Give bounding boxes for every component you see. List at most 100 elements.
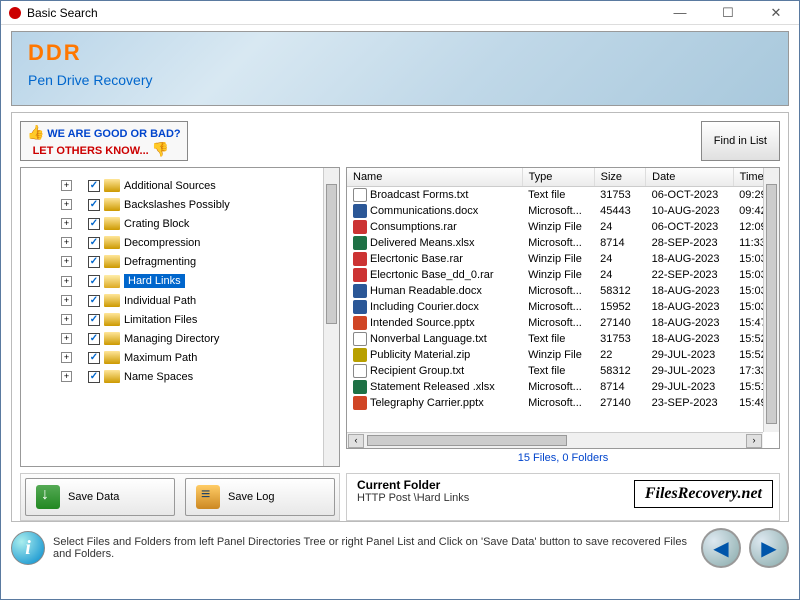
current-folder-panel: Current Folder HTTP Post \Hard Links Fil… [346,473,780,521]
tree-item[interactable]: +✓Backslashes Possibly [25,195,335,214]
expand-icon[interactable]: + [61,295,72,306]
save-data-button[interactable]: Save Data [25,478,175,516]
tree-item[interactable]: + ✓ Crating Block [25,214,335,233]
action-buttons: Save Data Save Log [20,473,340,521]
expand-icon[interactable]: + [61,276,72,287]
column-header[interactable]: Size [594,168,645,187]
file-row[interactable]: Including Courier.docxMicrosoft...159521… [347,299,779,315]
expand-icon[interactable]: + [61,237,72,248]
tree-item-label: Limitation Files [124,314,197,326]
folder-icon [104,370,120,383]
file-row[interactable]: Telegraphy Carrier.pptxMicrosoft...27140… [347,395,779,411]
file-row[interactable]: Publicity Material.zipWinzip File2229-JU… [347,347,779,363]
xlsx-icon [353,380,367,394]
expand-icon[interactable]: + [61,218,72,229]
file-hscrollbar[interactable]: ‹ › [347,432,763,448]
file-row[interactable]: Nonverbal Language.txtText file3175318-A… [347,331,779,347]
file-row[interactable]: Consumptions.rarWinzip File2406-OCT-2023… [347,219,779,235]
docx-icon [353,204,367,218]
column-header[interactable]: Date [646,168,734,187]
next-button[interactable]: ▶ [749,528,789,568]
file-row[interactable]: Elecrtonic Base.rarWinzip File2418-AUG-2… [347,251,779,267]
file-row[interactable]: Human Readable.docxMicrosoft...5831218-A… [347,283,779,299]
main-content: 👍 WE ARE GOOD OR BAD? LET OTHERS KNOW...… [11,112,789,522]
checkbox[interactable]: ✓ [88,199,100,211]
tree-item-label: Additional Sources [124,180,216,192]
tree-item-label: Name Spaces [124,371,193,383]
rar-icon [353,268,367,282]
file-vscrollbar[interactable] [763,168,779,432]
expand-icon[interactable]: + [61,352,72,363]
checkbox[interactable]: ✓ [88,333,100,345]
xlsx-icon [353,236,367,250]
thumb-up-icon: 👍 [27,124,44,140]
column-header[interactable]: Name [347,168,522,187]
checkbox[interactable]: ✓ [88,295,100,307]
close-button[interactable]: ✕ [761,3,791,23]
footer: i Select Files and Folders from left Pan… [11,528,789,568]
file-row[interactable]: Delivered Means.xlsxMicrosoft...871428-S… [347,235,779,251]
checkbox[interactable]: ✓ [88,275,100,287]
file-row[interactable]: Statement Released .xlsxMicrosoft...8714… [347,379,779,395]
checkbox[interactable]: ✓ [88,256,100,268]
folder-icon [104,255,120,268]
tree-item[interactable]: + ✓ Defragmenting [25,252,335,271]
tree-item[interactable]: + ✓ Decompression [25,233,335,252]
feedback-banner[interactable]: 👍 WE ARE GOOD OR BAD? LET OTHERS KNOW...… [20,121,188,161]
file-row[interactable]: Recipient Group.txtText file5831229-JUL-… [347,363,779,379]
file-row[interactable]: Intended Source.pptxMicrosoft...2714018-… [347,315,779,331]
expand-icon[interactable]: + [61,314,72,325]
folder-icon [104,294,120,307]
file-list-panel: NameTypeSizeDateTime Broadcast Forms.txt… [346,167,780,467]
scroll-right-icon[interactable]: › [746,434,762,448]
tree-item[interactable]: + ✓ Additional Sources [25,176,335,195]
file-count: 15 Files, 0 Folders [346,449,780,467]
file-row[interactable]: Broadcast Forms.txtText file3175306-OCT-… [347,187,779,204]
tree-scrollbar[interactable] [323,168,339,466]
checkbox[interactable]: ✓ [88,180,100,192]
scroll-left-icon[interactable]: ‹ [348,434,364,448]
expand-icon[interactable]: + [61,256,72,267]
pptx-icon [353,316,367,330]
txt-icon [353,364,367,378]
tree-item[interactable]: + ✓ Name Spaces [25,367,335,386]
docx-icon [353,300,367,314]
save-log-button[interactable]: Save Log [185,478,335,516]
minimize-button[interactable]: — [665,3,695,23]
tree-item-label: Individual Path [124,295,196,307]
checkbox[interactable]: ✓ [88,218,100,230]
rar-icon [353,252,367,266]
file-row[interactable]: Elecrtonic Base_dd_0.rarWinzip File2422-… [347,267,779,283]
maximize-button[interactable]: ☐ [713,3,743,23]
folder-icon [104,217,120,230]
tree-item[interactable]: + ✓ Hard Links [25,271,335,291]
file-row[interactable]: Communications.docxMicrosoft...4544310-A… [347,203,779,219]
tree-item[interactable]: + ✓ Maximum Path [25,348,335,367]
save-log-icon [196,485,220,509]
tree-item-label: Hard Links [124,274,185,288]
tree-item[interactable]: + ✓ Managing Directory [25,329,335,348]
tree-item-label: Defragmenting [124,256,196,268]
expand-icon[interactable]: + [61,199,72,210]
tree-item-label: Managing Directory [124,333,219,345]
tree-item-label: Crating Block [124,218,189,230]
tree-item[interactable]: + ✓ Limitation Files [25,310,335,329]
back-button[interactable]: ◀ [701,528,741,568]
expand-icon[interactable]: + [61,333,72,344]
column-header[interactable]: Type [522,168,594,187]
checkbox[interactable]: ✓ [88,314,100,326]
checkbox[interactable]: ✓ [88,352,100,364]
tree-item-label: Maximum Path [124,352,197,364]
checkbox[interactable]: ✓ [88,371,100,383]
folder-icon [104,179,120,192]
tree-item[interactable]: + ✓ Individual Path [25,291,335,310]
titlebar: Basic Search — ☐ ✕ [1,1,799,25]
expand-icon[interactable]: + [61,180,72,191]
tree-item-label: Decompression [124,237,200,249]
rar-icon [353,220,367,234]
find-in-list-button[interactable]: Find in List [701,121,780,161]
folder-icon [104,236,120,249]
folder-icon [104,275,120,288]
checkbox[interactable]: ✓ [88,237,100,249]
expand-icon[interactable]: + [61,371,72,382]
